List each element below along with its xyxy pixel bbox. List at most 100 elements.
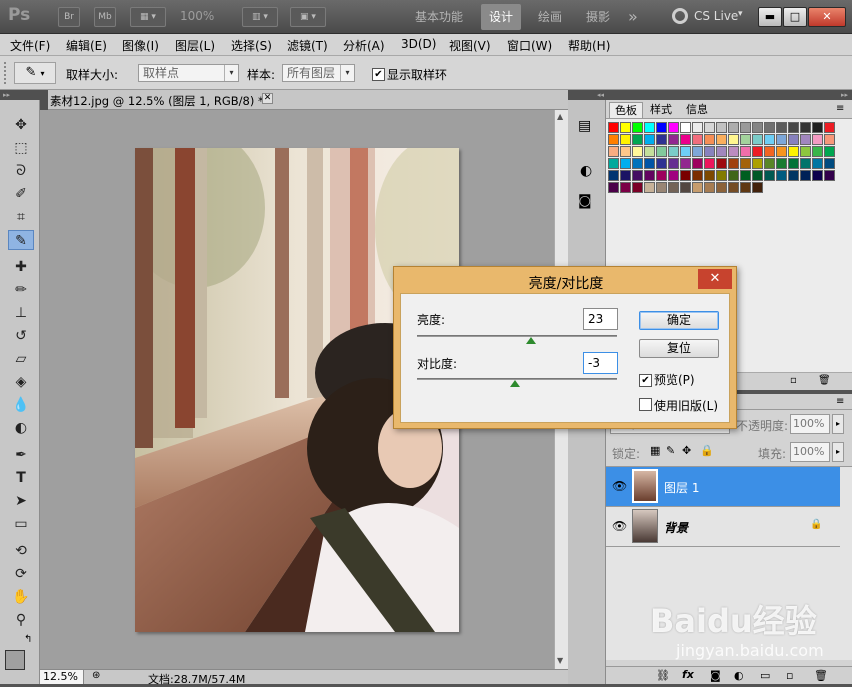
color-swatch[interactable] [632, 182, 643, 193]
eyedropper-tool-icon[interactable]: ✎ [8, 230, 34, 250]
path-selection-tool-icon[interactable]: ➤ [8, 491, 34, 511]
tab-info[interactable]: 信息 [681, 102, 713, 118]
opacity-field[interactable]: 100% [790, 414, 830, 434]
color-swatch[interactable] [740, 122, 751, 133]
color-swatch[interactable] [716, 182, 727, 193]
color-swatch[interactable] [812, 158, 823, 169]
color-swatch[interactable] [752, 122, 763, 133]
color-swatch[interactable] [656, 182, 667, 193]
type-tool-icon[interactable]: T [8, 468, 34, 488]
color-swatch[interactable] [680, 182, 691, 193]
color-swatch[interactable] [752, 158, 763, 169]
color-swatch[interactable] [608, 134, 619, 145]
color-swatch[interactable] [656, 134, 667, 145]
layer-name[interactable]: 图层 1 [664, 479, 699, 496]
color-swatch[interactable] [704, 170, 715, 181]
brightness-slider-track[interactable] [417, 335, 617, 337]
cs-live-label[interactable]: CS Live [694, 9, 738, 23]
menu-3d[interactable]: 3D(D) [401, 37, 436, 51]
color-swatch[interactable] [800, 170, 811, 181]
move-tool-icon[interactable]: ✥ [8, 115, 34, 135]
hand-tool-icon[interactable]: ✋ [8, 587, 34, 607]
panel-dock-header[interactable]: ▸▸ [606, 90, 852, 100]
color-swatch[interactable] [680, 146, 691, 157]
color-swatch[interactable] [800, 158, 811, 169]
color-swatch[interactable] [776, 146, 787, 157]
color-swatch[interactable] [644, 122, 655, 133]
crop-tool-icon[interactable]: ⌗ [8, 207, 34, 227]
color-swatch[interactable] [668, 122, 679, 133]
color-swatch[interactable] [716, 170, 727, 181]
opacity-arrow-icon[interactable]: ▸ [832, 414, 844, 434]
delete-swatch-icon[interactable]: 🗑 [818, 375, 831, 386]
color-swatch[interactable] [620, 134, 631, 145]
menu-file[interactable]: 文件(F) [10, 37, 50, 54]
color-swatch[interactable] [632, 170, 643, 181]
color-swatch[interactable] [740, 134, 751, 145]
tools-panel-header[interactable]: ▸▸ [0, 90, 40, 100]
menu-analysis[interactable]: 分析(A) [343, 37, 385, 54]
color-swatch[interactable] [704, 182, 715, 193]
color-swatch[interactable] [812, 146, 823, 157]
menu-edit[interactable]: 编辑(E) [66, 37, 107, 54]
color-swatch[interactable] [812, 122, 823, 133]
color-swatch[interactable] [608, 182, 619, 193]
arrange-documents-button[interactable]: ▥ ▾ [242, 7, 278, 27]
color-swatch[interactable] [692, 134, 703, 145]
color-swatch[interactable] [668, 170, 679, 181]
color-swatch[interactable] [632, 158, 643, 169]
color-swatch[interactable] [740, 158, 751, 169]
color-swatch[interactable] [692, 170, 703, 181]
pen-tool-icon[interactable]: ✒ [8, 445, 34, 465]
color-swatch[interactable] [728, 146, 739, 157]
color-swatch[interactable] [680, 170, 691, 181]
brush-tool-icon[interactable]: ✏ [8, 280, 34, 300]
color-swatch[interactable] [620, 158, 631, 169]
close-document-icon[interactable]: ✕ [262, 93, 273, 104]
adjustments-panel-icon[interactable]: ◐ [580, 163, 592, 179]
adjustment-layer-icon[interactable]: ◐ [734, 669, 744, 682]
color-swatch[interactable] [620, 122, 631, 133]
color-swatch[interactable] [764, 134, 775, 145]
color-swatch[interactable] [704, 134, 715, 145]
legacy-checkbox[interactable] [639, 398, 652, 414]
zoom-field[interactable]: 12.5% [40, 670, 84, 684]
color-swatch[interactable] [740, 146, 751, 157]
color-swatch[interactable] [704, 122, 715, 133]
color-swatch[interactable] [776, 158, 787, 169]
spot-healing-tool-icon[interactable]: ✚ [8, 257, 34, 277]
color-swatch[interactable] [764, 170, 775, 181]
sample-size-select[interactable]: 取样点 ▾ [138, 64, 239, 82]
bridge-button[interactable]: Br [58, 7, 80, 27]
menu-select[interactable]: 选择(S) [231, 37, 272, 54]
fill-field[interactable]: 100% [790, 442, 830, 462]
tool-preset-picker[interactable]: ✎ ▾ [14, 62, 56, 84]
history-panel-icon[interactable]: ▤ [578, 118, 591, 134]
color-swatch[interactable] [764, 146, 775, 157]
preview-checkbox[interactable]: ✔ [639, 372, 652, 387]
color-swatch[interactable] [812, 134, 823, 145]
close-button[interactable]: ✕ [808, 7, 846, 27]
color-swatch[interactable] [620, 146, 631, 157]
blur-tool-icon[interactable]: 💧 [8, 395, 34, 415]
color-swatch[interactable] [680, 134, 691, 145]
panel-strip-header[interactable]: ◂◂ [568, 90, 606, 100]
color-swatch[interactable] [800, 122, 811, 133]
color-swatch[interactable] [620, 182, 631, 193]
sample-select[interactable]: 所有图层 ▾ [282, 64, 355, 82]
color-swatch[interactable] [608, 170, 619, 181]
color-swatch[interactable] [656, 170, 667, 181]
marquee-tool-icon[interactable]: ⬚ [8, 138, 34, 158]
color-swatch[interactable] [776, 170, 787, 181]
color-swatch[interactable] [692, 146, 703, 157]
color-swatch[interactable] [608, 146, 619, 157]
color-swatch[interactable] [740, 170, 751, 181]
color-swatch[interactable] [692, 182, 703, 193]
add-mask-icon[interactable]: ◙ [710, 669, 721, 682]
reset-button[interactable]: 复位 [639, 339, 719, 358]
color-swatch[interactable] [644, 170, 655, 181]
color-swatch[interactable] [740, 182, 751, 193]
workspace-photography[interactable]: 摄影 [578, 4, 618, 30]
color-swatch[interactable] [620, 170, 631, 181]
color-swatch[interactable] [812, 170, 823, 181]
